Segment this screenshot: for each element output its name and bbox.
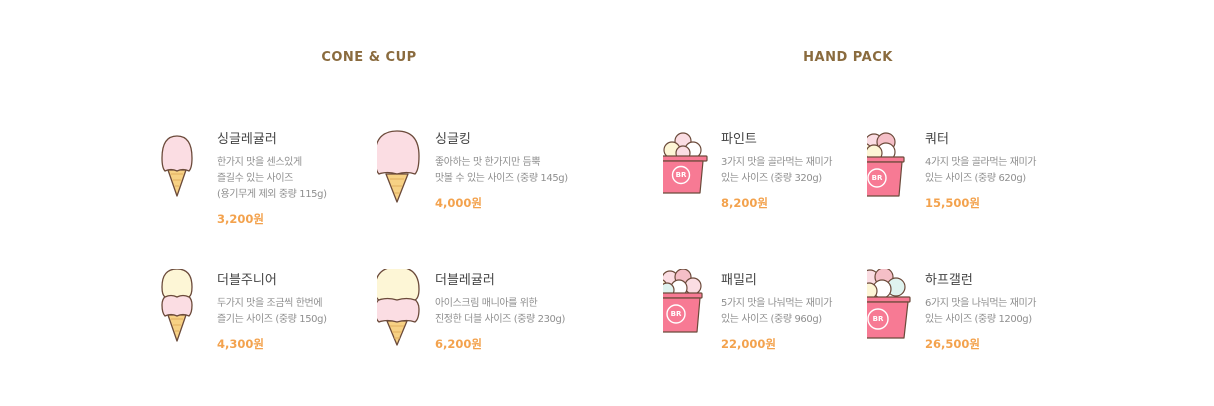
product-price: 4,000원	[435, 196, 482, 210]
product-description: 좋아하는 맛 한가지만 듬뿍 맛볼 수 있는 사이즈 (중량 145g)	[435, 157, 568, 184]
product-name: 하프갤런	[925, 273, 973, 288]
product-description: 한가지 맛을 센스있게 즐길수 있는 사이즈 (용기무게 제외 중량 115g)	[217, 157, 327, 200]
product-description: 아이스크림 매니아를 위한 진정한 더블 사이즈 (중량 230g)	[435, 298, 565, 325]
product-price: 26,500원	[925, 337, 980, 351]
section-title-cone-cup: CONE & CUP	[321, 50, 417, 65]
product-price: 4,300원	[217, 337, 264, 351]
product-description: 6가지 맛을 나눠먹는 재미가 있는 사이즈 (중량 1200g)	[925, 298, 1037, 325]
product-description: 3가지 맛을 골라먹는 재미가 있는 사이즈 (중량 320g)	[721, 157, 833, 184]
product-name: 더블레귤러	[435, 273, 495, 288]
product-description: 5가지 맛을 나눠먹는 재미가 있는 사이즈 (중량 960g)	[721, 298, 833, 325]
product-name: 싱글킹	[435, 132, 471, 147]
product-description: 4가지 맛을 골라먹는 재미가 있는 사이즈 (중량 620g)	[925, 157, 1037, 184]
product-description: 두가지 맛을 조금씩 한번에 즐기는 사이즈 (중량 150g)	[217, 298, 327, 325]
section-title-hand-pack: HAND PACK	[803, 50, 893, 65]
product-name: 쿼터	[925, 132, 949, 147]
product-price: 15,500원	[925, 196, 980, 210]
product-name: 더블주니어	[217, 273, 277, 288]
svg-text:BR: BR	[671, 310, 682, 318]
product-name: 싱글레귤러	[217, 132, 277, 147]
product-price: 8,200원	[721, 196, 768, 210]
product-price: 22,000원	[721, 337, 776, 351]
product-name: 패밀리	[721, 273, 757, 288]
svg-text:BR: BR	[873, 315, 884, 323]
product-price: 6,200원	[435, 337, 482, 351]
svg-text:BR: BR	[872, 174, 883, 182]
product-name: 파인트	[721, 132, 757, 147]
product-price: 3,200원	[217, 212, 264, 226]
svg-text:BR: BR	[676, 171, 687, 179]
